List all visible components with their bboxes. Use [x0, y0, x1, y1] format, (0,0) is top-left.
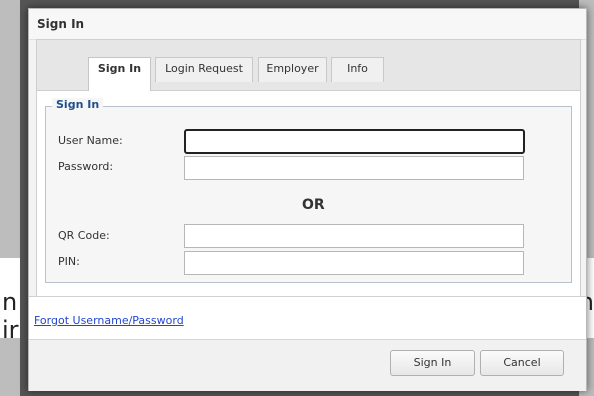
sign-in-dialog: Sign In Sign In Login Request Employer I…: [28, 8, 587, 391]
user-name-input[interactable]: [184, 129, 525, 154]
sign-in-button[interactable]: Sign In: [390, 350, 475, 376]
qr-code-input[interactable]: [184, 224, 524, 248]
forgot-link-area: Forgot Username/Password: [29, 296, 586, 339]
tab-info[interactable]: Info: [331, 57, 384, 82]
cancel-button[interactable]: Cancel: [480, 350, 564, 376]
dialog-button-bar: Sign In Cancel: [29, 339, 586, 391]
dialog-title-bar[interactable]: Sign In: [29, 9, 586, 40]
or-separator: OR: [302, 197, 325, 213]
user-name-label: User Name:: [58, 134, 123, 147]
pin-label: PIN:: [58, 255, 80, 268]
tab-sign-in[interactable]: Sign In: [88, 57, 151, 91]
password-input[interactable]: [184, 156, 524, 180]
forgot-username-password-link[interactable]: Forgot Username/Password: [34, 314, 184, 327]
sign-in-fieldset: Sign In User Name: Password: OR QR Code:…: [45, 98, 572, 283]
tab-employer[interactable]: Employer: [258, 57, 327, 82]
tab-login-request[interactable]: Login Request: [155, 57, 253, 82]
dialog-title: Sign In: [37, 17, 85, 31]
background-text: ir: [2, 316, 19, 344]
fieldset-legend: Sign In: [52, 98, 104, 111]
password-label: Password:: [58, 160, 114, 173]
background-text: n: [2, 288, 18, 316]
qr-code-label: QR Code:: [58, 229, 110, 242]
dialog-body: Sign In Login Request Employer Info Sign…: [36, 39, 581, 296]
tab-strip: Sign In Login Request Employer Info: [37, 40, 580, 91]
pin-input[interactable]: [184, 251, 524, 275]
